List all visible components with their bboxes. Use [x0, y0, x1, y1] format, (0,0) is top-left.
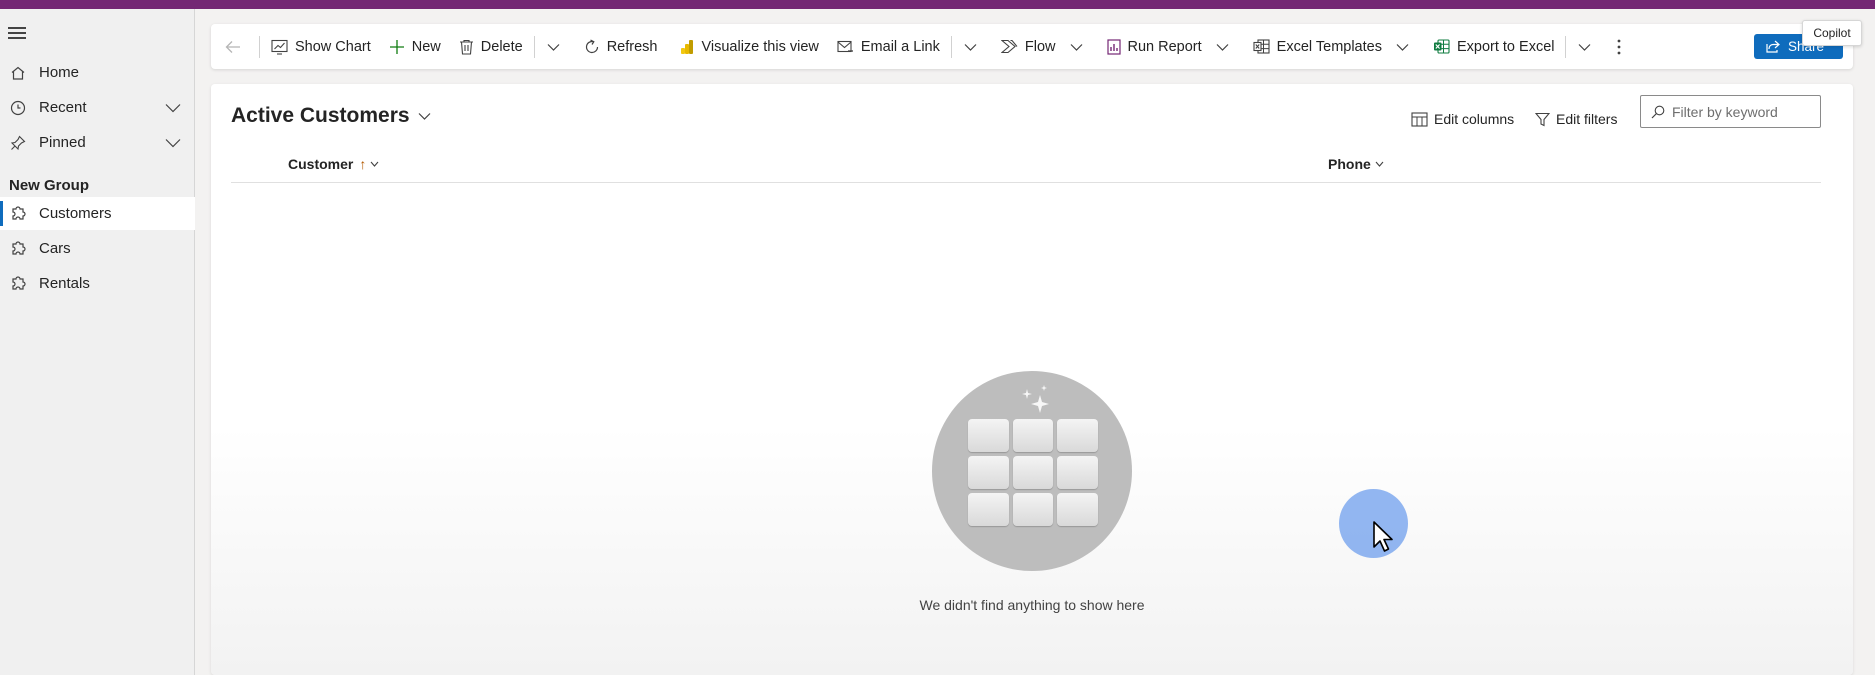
command-bar: Show Chart New Delete Refresh Visualize …: [211, 24, 1853, 69]
export-excel-button[interactable]: Export to Excel: [1419, 24, 1564, 69]
email-link-button[interactable]: Email a Link: [828, 24, 949, 69]
sidebar-item-customers[interactable]: Customers: [0, 197, 195, 230]
new-button[interactable]: New: [380, 24, 450, 69]
separator: [1565, 35, 1567, 58]
trash-icon: [459, 39, 473, 55]
sparkle-icon: [1022, 385, 1049, 413]
chevron-down-icon: [1070, 43, 1082, 51]
chevron-down-icon: [1579, 43, 1591, 51]
chevron-down-icon: [1375, 161, 1384, 167]
visualize-view-button[interactable]: Visualize this view: [666, 24, 827, 69]
chevron-down-icon: [547, 43, 560, 51]
hamburger-menu-icon[interactable]: [8, 27, 26, 41]
more-delete-options-chevron[interactable]: [537, 24, 570, 69]
delete-button[interactable]: Delete: [450, 24, 532, 69]
filter-icon: [1535, 112, 1550, 126]
main-grid-panel: Active Customers Edit columns Edit filte…: [211, 84, 1853, 675]
home-icon: [8, 63, 28, 83]
search-icon: [1651, 105, 1665, 118]
excel-icon: [1433, 39, 1450, 54]
report-icon: [1106, 38, 1121, 55]
empty-grid-illustration: [932, 371, 1132, 571]
chevron-down-icon: [370, 161, 379, 167]
sidebar-item-label: Home: [39, 64, 80, 81]
sidebar-item-label: Recent: [39, 99, 87, 116]
more-commands-button[interactable]: [1601, 24, 1631, 69]
chevron-down-icon: [418, 113, 430, 120]
back-button[interactable]: [211, 24, 257, 69]
share-icon: [1766, 40, 1780, 53]
flow-button[interactable]: Flow: [987, 24, 1060, 69]
refresh-button[interactable]: Refresh: [570, 24, 667, 69]
show-chart-button[interactable]: Show Chart: [262, 24, 380, 69]
run-report-button[interactable]: Run Report: [1093, 24, 1206, 69]
empty-state-message: We didn't find anything to show here: [919, 597, 1145, 613]
puzzle-icon: [8, 239, 28, 259]
puzzle-icon: [8, 274, 28, 294]
export-excel-chevron[interactable]: [1568, 24, 1601, 69]
grid-tiles: [968, 419, 1098, 526]
chart-icon: [271, 39, 288, 55]
excel-templates-button[interactable]: Excel Templates: [1239, 24, 1386, 69]
plus-icon: [389, 39, 404, 54]
more-email-options-chevron[interactable]: [954, 24, 987, 69]
excel-templates-chevron[interactable]: [1386, 24, 1419, 69]
separator: [533, 35, 535, 58]
email-link-icon: [837, 40, 853, 52]
column-header-phone[interactable]: Phone: [1328, 156, 1384, 172]
chevron-down-icon[interactable]: [165, 100, 181, 117]
app-top-bar: [0, 0, 1875, 9]
clock-icon: [8, 98, 28, 118]
filter-keyword-input[interactable]: [1672, 103, 1812, 120]
sidebar-item-label: Customers: [39, 205, 112, 222]
sidebar-item-label: Cars: [39, 240, 71, 257]
chevron-down-icon: [964, 43, 977, 51]
sidebar-item-rentals[interactable]: Rentals: [0, 267, 195, 300]
mouse-pointer-icon: [1373, 521, 1393, 552]
excel-template-icon: [1253, 39, 1270, 54]
refresh-icon: [585, 38, 598, 53]
pin-icon: [8, 133, 28, 153]
sidebar-item-pinned[interactable]: Pinned: [0, 126, 195, 159]
chevron-down-icon: [1216, 43, 1229, 51]
puzzle-icon: [8, 204, 28, 224]
filter-keyword-field[interactable]: [1640, 95, 1821, 128]
sidebar-item-label: Pinned: [39, 134, 86, 151]
separator: [950, 35, 952, 58]
chevron-down-icon[interactable]: [165, 135, 181, 152]
sidebar-item-label: Rentals: [39, 275, 90, 292]
chevron-down-icon: [1396, 43, 1409, 51]
sort-ascending-icon: ↑: [359, 156, 367, 172]
edit-columns-icon: [1411, 111, 1428, 127]
copilot-tooltip: Copilot: [1802, 20, 1862, 46]
more-vertical-icon: [1618, 39, 1621, 54]
sidebar-item-cars[interactable]: Cars: [0, 232, 195, 265]
page-title: Active Customers: [231, 104, 410, 127]
edit-columns-button[interactable]: Edit columns: [1411, 104, 1514, 134]
sidebar-item-home[interactable]: Home: [0, 56, 195, 89]
sidebar-item-recent[interactable]: Recent: [0, 91, 195, 124]
power-bi-icon: [681, 39, 694, 54]
sitemap-sidebar: Home Recent Pinned New Group Customers C…: [0, 9, 195, 675]
separator: [259, 35, 260, 58]
column-header-customer[interactable]: Customer ↑: [288, 156, 379, 172]
view-selector[interactable]: Active Customers: [231, 104, 431, 128]
flow-icon: [1000, 39, 1018, 54]
flow-chevron[interactable]: [1060, 24, 1093, 69]
run-report-chevron[interactable]: [1206, 24, 1239, 69]
sidebar-group-title: New Group: [9, 177, 90, 194]
grid-column-headers: Customer ↑ Phone: [231, 146, 1821, 183]
edit-filters-button[interactable]: Edit filters: [1535, 104, 1617, 134]
back-arrow-icon: [225, 40, 240, 53]
